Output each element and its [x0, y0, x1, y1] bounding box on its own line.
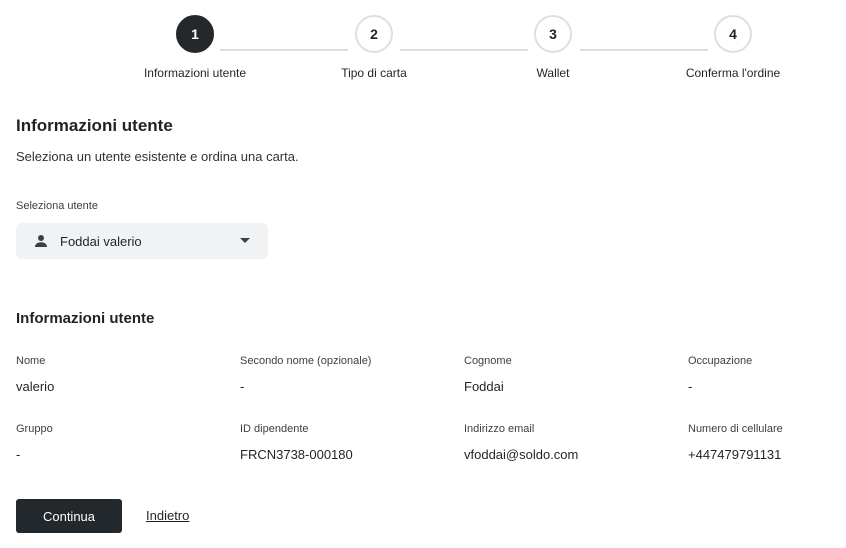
field-gruppo: Gruppo - [16, 423, 236, 462]
page-title: Informazioni utente [16, 116, 173, 135]
step-4[interactable]: 4 Conferma l'ordine [653, 15, 813, 80]
field-cognome: Cognome Foddai [464, 355, 684, 394]
field-value: +447479791131 [688, 447, 782, 462]
field-value: - [688, 379, 693, 394]
user-select[interactable]: Foddai valerio [16, 223, 268, 259]
field-label: Gruppo [16, 423, 53, 435]
field-value: valerio [16, 379, 55, 394]
field-label: Occupazione [688, 355, 753, 367]
field-nome: Nome valerio [16, 355, 236, 394]
user-select-label: Seleziona utente [16, 200, 98, 212]
step-label: Conferma l'ordine [685, 66, 781, 80]
continue-button[interactable]: Continua [16, 499, 122, 533]
field-value: - [240, 379, 245, 394]
field-value: - [16, 447, 21, 462]
field-cellulare: Numero di cellulare +447479791131 [688, 423, 838, 462]
field-label: Cognome [464, 355, 512, 367]
page-subtitle: Seleziona un utente esistente e ordina u… [16, 149, 299, 164]
step-label: Tipo di carta [341, 66, 407, 80]
field-label: Nome [16, 355, 46, 367]
field-label: Indirizzo email [464, 423, 535, 435]
field-value: vfoddai@soldo.com [464, 447, 579, 462]
step-label: Informazioni utente [143, 66, 247, 80]
field-label: ID dipendente [240, 423, 309, 435]
step-label: Wallet [536, 66, 570, 80]
field-email: Indirizzo email vfoddai@soldo.com [464, 423, 684, 462]
stepper: 1 Informazioni utente 2 Tipo di carta 3 … [0, 15, 846, 85]
field-label: Numero di cellulare [688, 423, 783, 435]
person-icon [34, 234, 48, 248]
step-2[interactable]: 2 Tipo di carta [294, 15, 454, 80]
caret-down-icon [240, 238, 250, 244]
user-select-value: Foddai valerio [60, 233, 142, 249]
step-number: 1 [176, 15, 214, 53]
field-value: FRCN3738-000180 [240, 447, 353, 462]
step-3[interactable]: 3 Wallet [473, 15, 633, 80]
field-secondo-nome: Secondo nome (opzionale) - [240, 355, 460, 394]
field-label: Secondo nome (opzionale) [240, 355, 372, 367]
user-info-title: Informazioni utente [16, 310, 155, 327]
step-number: 3 [534, 15, 572, 53]
field-value: Foddai [464, 379, 504, 394]
field-occupazione: Occupazione - [688, 355, 838, 394]
field-id-dipendente: ID dipendente FRCN3738-000180 [240, 423, 460, 462]
step-number: 4 [714, 15, 752, 53]
order-card-page: 1 Informazioni utente 2 Tipo di carta 3 … [0, 0, 846, 548]
step-1[interactable]: 1 Informazioni utente [115, 15, 275, 80]
back-link[interactable]: Indietro [146, 508, 189, 523]
step-number: 2 [355, 15, 393, 53]
